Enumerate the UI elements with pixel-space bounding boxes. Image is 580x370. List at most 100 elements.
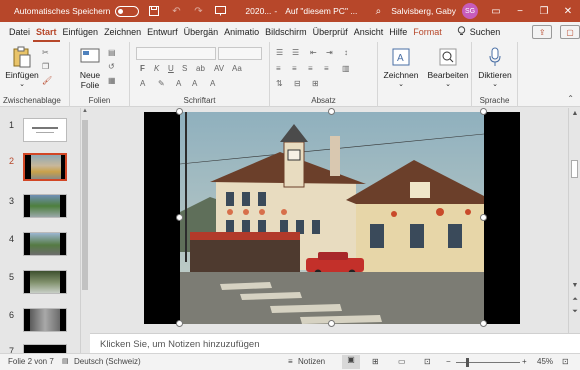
drawing-button[interactable]: A Zeichnen ⌄ [382,46,420,90]
tab-ueberpruefen[interactable]: Überprüf [310,22,351,42]
reading-view-icon[interactable]: ▭ [398,357,406,366]
notes-placeholder[interactable]: Klicken Sie, um Notizen hinzuzufügen [100,339,259,350]
editing-button[interactable]: Bearbeiten ⌄ [426,46,470,90]
bullets-icon[interactable]: ☰ [276,48,292,58]
slideshow-icon[interactable] [213,4,227,18]
numbering-icon[interactable]: ☰ [292,48,308,58]
paste-dropdown-icon[interactable]: ⌄ [4,80,40,90]
thumbnail-scrollbar[interactable]: ▲ [80,108,89,353]
tab-einfuegen[interactable]: Einfügen [60,22,102,42]
thumbnail-row[interactable]: 5 [0,270,80,300]
strikethrough-icon[interactable]: ab [196,64,212,74]
change-case-icon[interactable]: Aa [232,64,248,74]
dictate-button[interactable]: Diktieren ⌄ [474,46,516,90]
save-icon[interactable] [147,4,161,18]
search-icon[interactable]: ⌕ [371,4,385,18]
slide-thumbnail[interactable] [23,344,67,353]
align-left-icon[interactable]: ≡ [276,64,292,74]
next-slide-icon[interactable]: ⏷ [569,308,580,316]
thumbnail-row[interactable]: 6 [0,308,80,338]
tab-entwurf[interactable]: Entwurf [144,22,181,42]
resize-handle[interactable] [176,214,183,221]
notes-toggle-icon[interactable]: ≡ [288,357,293,366]
resize-handle[interactable] [328,108,335,115]
tab-ansicht[interactable]: Ansicht [351,22,387,42]
avatar[interactable]: SG [462,3,478,19]
shrink-font-icon[interactable]: A [192,79,208,89]
language-indicator[interactable]: Deutsch (Schweiz) [74,357,141,366]
slide-thumbnail[interactable] [23,308,67,332]
tab-bildschirm[interactable]: Bildschirm [262,22,310,42]
editor-scrollbar-thumb[interactable] [571,160,578,178]
font-name-select[interactable] [136,47,216,60]
decrease-indent-icon[interactable]: ⇤ [310,48,326,58]
tab-hilfe[interactable]: Hilfe [386,22,410,42]
autosave-toggle[interactable] [115,5,140,17]
redo-icon[interactable]: ↷ [191,4,205,18]
clear-format-icon[interactable]: A [210,79,226,89]
resize-handle[interactable] [176,320,183,327]
reset-icon[interactable]: ↺ [108,62,124,72]
undo-icon[interactable]: ↶ [169,4,183,18]
resize-handle[interactable] [176,108,183,115]
restore-icon[interactable]: ❐ [532,6,556,17]
new-slide-button[interactable]: Neue Folie [74,46,106,90]
slide-counter[interactable]: Folie 2 von 7 [8,357,54,366]
slide-thumbnail[interactable] [23,270,67,294]
slide-thumbnail[interactable] [23,153,67,181]
comments-icon[interactable]: ▢ [560,25,580,39]
columns-icon[interactable]: ▥ [342,64,358,74]
slideshow-view-icon[interactable]: ⊡ [424,357,431,366]
thumbnail-row[interactable]: 4 [0,232,80,262]
collapse-ribbon-icon[interactable]: ⌃ [567,94,574,103]
zoom-slider-knob[interactable] [466,358,469,367]
font-size-select[interactable] [218,47,262,60]
scroll-up-icon[interactable]: ▲ [569,110,580,117]
resize-handle[interactable] [480,214,487,221]
current-slide[interactable] [144,108,520,327]
dictate-dropdown-icon[interactable]: ⌄ [474,80,516,90]
zoom-level[interactable]: 45% [537,357,553,366]
cut-icon[interactable]: ✂ [42,48,58,58]
notes-pane[interactable]: Klicken Sie, um Notizen hinzuzufügen [90,333,580,353]
copy-icon[interactable]: ❐ [42,62,58,72]
search-box[interactable]: Suchen [457,26,500,38]
fit-slide-icon[interactable]: ⊡ [562,357,569,366]
slide-thumbnail[interactable] [23,118,67,142]
notes-toggle-button[interactable]: Notizen [298,357,325,366]
station-photo[interactable] [180,112,484,324]
close-icon[interactable]: ✕ [556,6,580,17]
save-location[interactable]: Auf "diesem PC" ... [285,6,357,16]
highlight-icon[interactable]: ✎ [158,79,174,89]
layout-icon[interactable]: ▤ [108,48,124,58]
share-icon[interactable]: ⇪ [532,25,553,39]
thumbnail-row[interactable]: 3 [0,194,80,224]
editor-scrollbar[interactable]: ▲ ▼ ⏶ ⏷ [568,108,580,333]
resize-handle[interactable] [328,320,335,327]
spellcheck-icon[interactable]: ▤ [62,357,69,365]
slide-thumbnail[interactable] [23,232,67,256]
justify-icon[interactable]: ≡ [324,64,340,74]
drawing-dropdown-icon[interactable]: ⌄ [382,80,420,90]
align-text-icon[interactable]: ⊟ [294,79,310,89]
tab-uebergaenge[interactable]: Übergän [181,22,222,42]
grow-font-icon[interactable]: A [176,79,192,89]
line-spacing-icon[interactable]: ↕ [344,48,360,58]
normal-view-icon[interactable]: ▣ [342,355,360,369]
resize-handle[interactable] [480,108,487,115]
document-name[interactable]: 2020... [245,6,271,16]
minimize-icon[interactable]: − [508,6,532,17]
tab-zeichnen[interactable]: Zeichnen [101,22,144,42]
previous-slide-icon[interactable]: ⏶ [569,296,580,304]
font-color-icon[interactable]: A [140,79,156,89]
thumbnail-row[interactable]: 1 [0,118,80,148]
tab-start[interactable]: Start [33,22,60,42]
tab-animationen[interactable]: Animatio [221,22,262,42]
align-right-icon[interactable]: ≡ [308,64,324,74]
thumbnail-row[interactable]: 2 [0,153,80,184]
zoom-in-icon[interactable]: + [522,357,527,366]
text-direction-icon[interactable]: ⇅ [276,79,292,89]
slide-thumbnail[interactable] [23,194,67,218]
tab-format[interactable]: Format [410,22,445,42]
scroll-up-icon[interactable]: ▲ [82,108,88,114]
